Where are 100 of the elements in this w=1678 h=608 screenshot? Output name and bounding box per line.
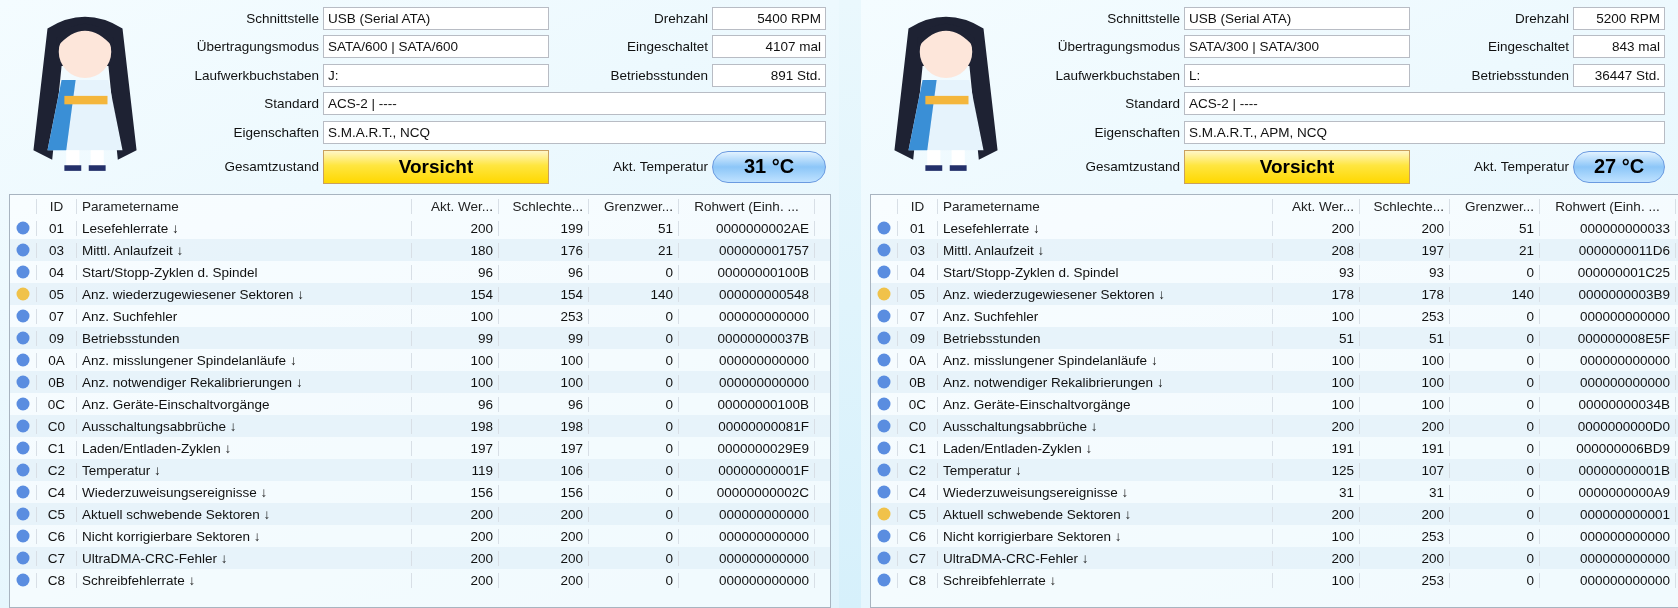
- field-label: Übertragungsmodus: [195, 39, 319, 55]
- column-header[interactable]: Grenzwer...: [1449, 198, 1539, 214]
- table-cell: 04: [36, 264, 76, 280]
- table-cell: 100: [1359, 352, 1449, 368]
- value-field: 843 mal: [1573, 35, 1665, 59]
- table-cell: 208: [1272, 242, 1359, 258]
- table-cell: UltraDMA-CRC-Fehler ↓: [937, 550, 1272, 566]
- field-label: Betriebsstunden: [609, 67, 708, 83]
- field-label: Gesamtzustand: [223, 159, 319, 174]
- table-cell: Ausschaltungsabbrüche ↓: [937, 418, 1272, 434]
- table-cell: 140: [588, 286, 678, 302]
- table-cell: 100: [498, 352, 588, 368]
- table-cell: 178: [1272, 286, 1359, 302]
- table-cell: 140: [1449, 286, 1539, 302]
- field-label: Akt. Temperatur: [611, 159, 708, 174]
- column-header[interactable]: ID: [36, 198, 76, 214]
- value-field: 36447 Std.: [1573, 63, 1665, 87]
- table-cell: Mittl. Anlaufzeit ↓: [76, 242, 411, 258]
- table-cell: 99: [411, 330, 498, 346]
- column-header[interactable]: Grenzwer...: [588, 198, 678, 214]
- table-cell: Nicht korrigierbare Sektoren ↓: [937, 528, 1272, 544]
- table-cell: Start/Stopp-Zyklen d. Spindel: [937, 264, 1272, 280]
- table-cell: 200: [411, 572, 498, 588]
- table-cell: C6: [897, 528, 937, 544]
- table-cell: 200: [498, 506, 588, 522]
- table-cell: 154: [498, 286, 588, 302]
- table-cell: 05: [897, 286, 937, 302]
- column-header[interactable]: Schlechte...: [1359, 198, 1449, 214]
- table-cell: 0: [1449, 352, 1539, 368]
- table-cell: 200: [498, 528, 588, 544]
- field-label: Laufwerkbuchstaben: [1054, 67, 1180, 83]
- column-header[interactable]: Rohwert (Einh. ...: [678, 198, 815, 214]
- column-header[interactable]: Parametername: [937, 198, 1272, 214]
- table-cell: 000000000000: [1539, 352, 1676, 368]
- value-field: J:: [323, 63, 549, 87]
- table-cell: 200: [1359, 418, 1449, 434]
- table-cell: 0000000000D0: [1539, 418, 1676, 434]
- table-cell: 000000000000: [678, 572, 815, 588]
- table-cell: 00000000081F: [678, 418, 815, 434]
- field-label: Schnittstelle: [1106, 10, 1180, 26]
- column-header[interactable]: Parametername: [76, 198, 411, 214]
- table-cell: 0B: [36, 374, 76, 390]
- health-status-button[interactable]: Vorsicht: [1184, 149, 1410, 184]
- table-cell: 03: [36, 242, 76, 258]
- table-cell: 000000000548: [678, 286, 815, 302]
- table-cell: Aktuell schwebende Sektoren ↓: [937, 506, 1272, 522]
- table-cell: Aktuell schwebende Sektoren ↓: [76, 506, 411, 522]
- table-cell: C4: [897, 484, 937, 500]
- table-cell: 00000000002C: [678, 484, 815, 500]
- temperature-button[interactable]: 27 °C: [1573, 150, 1665, 183]
- column-header[interactable]: Rohwert (Einh. ...: [1539, 198, 1676, 214]
- table-cell: 0: [588, 440, 678, 456]
- table-cell: 119: [411, 462, 498, 478]
- table-cell: 100: [1272, 528, 1359, 544]
- table-cell: 96: [411, 396, 498, 412]
- table-cell: 253: [1359, 308, 1449, 324]
- table-cell: 96: [411, 264, 498, 280]
- table-cell: Laden/Entladen-Zyklen ↓: [937, 440, 1272, 456]
- table-cell: 51: [1449, 220, 1539, 236]
- table-cell: 0: [1449, 484, 1539, 500]
- value-field: SATA/600 | SATA/600: [323, 35, 549, 59]
- table-cell: Wiederzuweisungsereignisse ↓: [76, 484, 411, 500]
- table-cell: 0: [588, 484, 678, 500]
- table-cell: 09: [897, 330, 937, 346]
- field-label: Laufwerkbuchstaben: [193, 67, 319, 83]
- value-field: USB (Serial ATA): [323, 6, 549, 30]
- table-cell: Anz. Geräte-Einschaltvorgänge: [937, 396, 1272, 412]
- table-cell: 21: [588, 242, 678, 258]
- table-cell: Anz. misslungener Spindelanläufe ↓: [937, 352, 1272, 368]
- table-cell: 125: [1272, 462, 1359, 478]
- column-header[interactable]: ID: [897, 198, 937, 214]
- table-cell: Schreibfehlerrate ↓: [76, 572, 411, 588]
- table-cell: 0: [1449, 374, 1539, 390]
- table-cell: C2: [36, 462, 76, 478]
- table-cell: C6: [36, 528, 76, 544]
- table-cell: Anz. wiederzugewiesener Sektoren ↓: [76, 286, 411, 302]
- table-cell: 0A: [36, 352, 76, 368]
- table-cell: C1: [897, 440, 937, 456]
- field-label: Betriebsstunden: [1470, 67, 1569, 83]
- table-cell: 000000001C25: [1539, 264, 1676, 280]
- table-cell: 000000000001: [1539, 506, 1676, 522]
- temperature-button[interactable]: 31 °C: [712, 150, 826, 183]
- health-status-button[interactable]: Vorsicht: [323, 149, 549, 184]
- value-field: S.M.A.R.T., NCQ: [323, 120, 826, 144]
- table-cell: 000000008E5F: [1539, 330, 1676, 346]
- table-cell: 253: [1359, 572, 1449, 588]
- column-header[interactable]: Akt. Wer...: [411, 198, 498, 214]
- column-header[interactable]: Schlechte...: [498, 198, 588, 214]
- table-cell: 51: [1272, 330, 1359, 346]
- column-header[interactable]: Akt. Wer...: [1272, 198, 1359, 214]
- table-cell: 00000000100B: [678, 396, 815, 412]
- table-cell: 0: [1449, 528, 1539, 544]
- table-cell: Start/Stopp-Zyklen d. Spindel: [76, 264, 411, 280]
- table-cell: 31: [1359, 484, 1449, 500]
- table-cell: 000000000000: [678, 506, 815, 522]
- table-cell: 200: [498, 550, 588, 566]
- value-field: 4107 mal: [712, 35, 826, 59]
- table-cell: 21: [1449, 242, 1539, 258]
- table-cell: 0: [588, 506, 678, 522]
- table-cell: 0B: [897, 374, 937, 390]
